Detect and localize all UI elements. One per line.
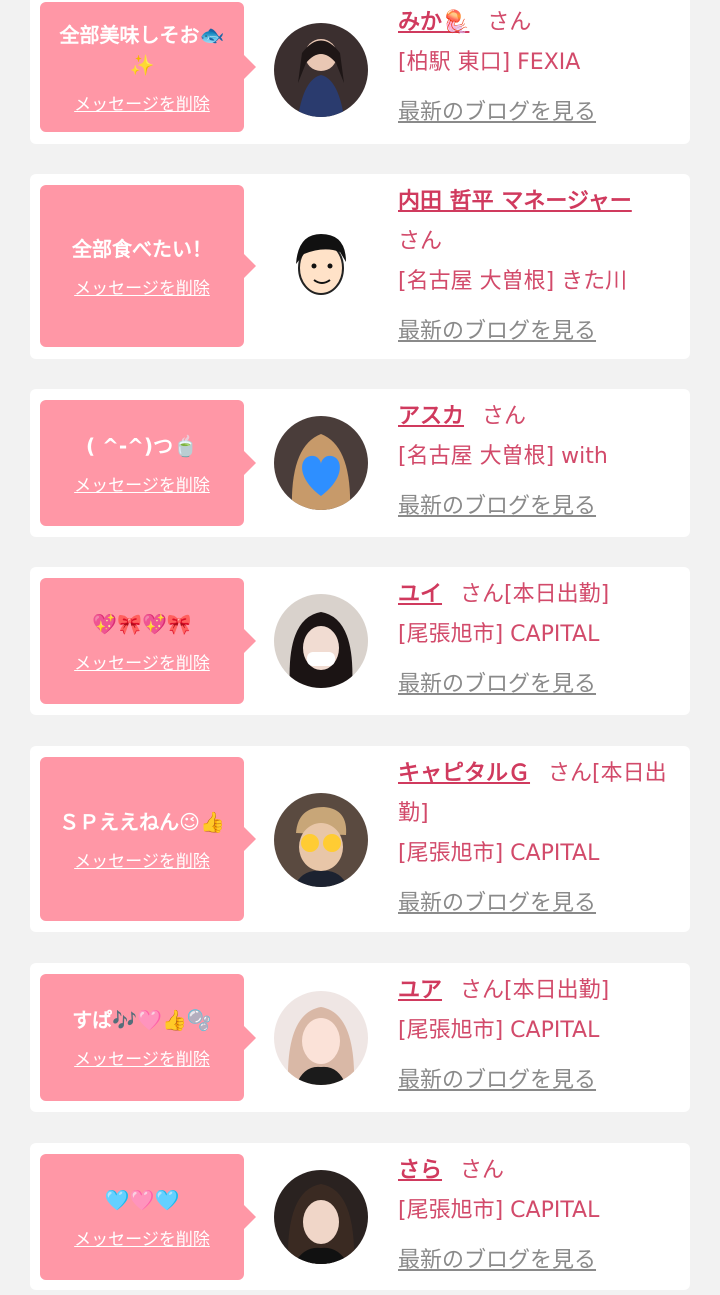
message-bubble: 🩵🩷🩵 メッセージを削除 bbox=[40, 1154, 256, 1280]
cast-info: さら さん [尾張旭市] CAPITAL 最新のブログを見る bbox=[398, 1151, 678, 1281]
work-status: [本日出勤] bbox=[504, 582, 610, 607]
latest-blog-link[interactable]: 最新のブログを見る bbox=[398, 487, 678, 527]
cast-info: 内田 哲平 マネージャー さん [名古屋 大曽根] きた川 最新のブログを見る bbox=[398, 182, 678, 352]
delete-message-link[interactable]: メッセージを削除 bbox=[74, 1045, 210, 1070]
avatar[interactable] bbox=[274, 23, 368, 117]
delete-message-link[interactable]: メッセージを削除 bbox=[74, 471, 210, 496]
honorific: さん bbox=[487, 10, 532, 35]
latest-blog-link[interactable]: 最新のブログを見る bbox=[398, 312, 678, 352]
latest-blog-link[interactable]: 最新のブログを見る bbox=[398, 884, 678, 924]
message-bubble: ＳＰええねん😉👍 メッセージを削除 bbox=[40, 757, 256, 921]
delete-message-link[interactable]: メッセージを削除 bbox=[74, 90, 210, 115]
honorific: さん bbox=[460, 582, 505, 607]
delete-message-link[interactable]: メッセージを削除 bbox=[74, 649, 210, 674]
message-text: ＳＰええねん😉👍 bbox=[59, 809, 225, 834]
honorific: さん bbox=[460, 978, 505, 1003]
cast-info: みか🪼 さん [柏駅 東口] FEXIA 最新のブログを見る bbox=[398, 3, 678, 133]
list-item: ( ^-^)つ🍵 メッセージを削除 アスカ さん [名古屋 大曽根] with 最… bbox=[30, 389, 690, 537]
list-item: 全部食べたい！ メッセージを削除 内田 哲平 マネージャー さん [名古屋 大曽根… bbox=[30, 174, 690, 359]
avatar[interactable] bbox=[274, 1170, 368, 1264]
message-text: 💖🎀💖🎀 bbox=[92, 611, 192, 636]
latest-blog-link[interactable]: 最新のブログを見る bbox=[398, 1061, 678, 1101]
message-text: ( ^-^)つ🍵 bbox=[86, 433, 198, 458]
cast-info: キャピタルＧ さん[本日出勤] [尾張旭市] CAPITAL 最新のブログを見る bbox=[398, 754, 678, 924]
message-list: 全部美味しそお🐟✨ メッセージを削除 みか🪼 さん [柏駅 東口] FEXIA 最… bbox=[0, 0, 720, 1295]
message-bubble: 全部食べたい！ メッセージを削除 bbox=[40, 185, 256, 347]
message-bubble: すぱ🎶🩷👍🫧 メッセージを削除 bbox=[40, 974, 256, 1101]
cast-name-link[interactable]: 内田 哲平 マネージャー bbox=[398, 189, 632, 214]
cast-name-link[interactable]: さら bbox=[398, 1158, 442, 1183]
list-item: 💖🎀💖🎀 メッセージを削除 ユイ さん[本日出勤] [尾張旭市] CAPITAL … bbox=[30, 567, 690, 715]
latest-blog-link[interactable]: 最新のブログを見る bbox=[398, 93, 678, 133]
list-item: すぱ🎶🩷👍🫧 メッセージを削除 ユア さん[本日出勤] [尾張旭市] CAPITA… bbox=[30, 963, 690, 1112]
message-bubble: 💖🎀💖🎀 メッセージを削除 bbox=[40, 578, 256, 704]
shop-label: [名古屋 大曽根] きた川 bbox=[398, 269, 628, 294]
honorific: さん bbox=[460, 1158, 505, 1183]
avatar[interactable] bbox=[274, 416, 368, 510]
shop-label: [尾張旭市] CAPITAL bbox=[398, 1198, 600, 1223]
message-text: 🩵🩷🩵 bbox=[104, 1187, 180, 1212]
cast-name-link[interactable]: ユア bbox=[398, 978, 442, 1003]
shop-label: [尾張旭市] CAPITAL bbox=[398, 1018, 600, 1043]
shop-label: [名古屋 大曽根] with bbox=[398, 444, 608, 469]
message-text: 全部食べたい！ bbox=[72, 236, 212, 261]
cast-info: ユイ さん[本日出勤] [尾張旭市] CAPITAL 最新のブログを見る bbox=[398, 575, 678, 705]
cast-info: ユア さん[本日出勤] [尾張旭市] CAPITAL 最新のブログを見る bbox=[398, 971, 678, 1101]
cast-name-link[interactable]: キャピタルＧ bbox=[398, 761, 530, 786]
list-item: ＳＰええねん😉👍 メッセージを削除 キャピタルＧ さん[本日出勤] [尾張旭市] … bbox=[30, 746, 690, 932]
honorific: さん bbox=[482, 404, 527, 429]
shop-label: [柏駅 東口] FEXIA bbox=[398, 50, 581, 75]
avatar[interactable] bbox=[274, 594, 368, 688]
list-item: 🩵🩷🩵 メッセージを削除 さら さん [尾張旭市] CAPITAL 最新のブログを… bbox=[30, 1143, 690, 1290]
honorific: さん bbox=[398, 229, 443, 254]
shop-label: [尾張旭市] CAPITAL bbox=[398, 622, 600, 647]
avatar[interactable] bbox=[274, 991, 368, 1085]
cast-name-link[interactable]: アスカ bbox=[398, 404, 464, 429]
avatar[interactable] bbox=[274, 218, 368, 312]
avatar[interactable] bbox=[274, 793, 368, 887]
shop-label: [尾張旭市] CAPITAL bbox=[398, 841, 600, 866]
message-bubble: ( ^-^)つ🍵 メッセージを削除 bbox=[40, 400, 256, 526]
message-text: 全部美味しそお🐟✨ bbox=[59, 22, 225, 77]
cast-info: アスカ さん [名古屋 大曽根] with 最新のブログを見る bbox=[398, 397, 678, 527]
delete-message-link[interactable]: メッセージを削除 bbox=[74, 847, 210, 872]
latest-blog-link[interactable]: 最新のブログを見る bbox=[398, 665, 678, 705]
honorific: さん bbox=[548, 761, 593, 786]
latest-blog-link[interactable]: 最新のブログを見る bbox=[398, 1241, 678, 1281]
cast-name-link[interactable]: ユイ bbox=[398, 582, 442, 607]
work-status: [本日出勤] bbox=[504, 978, 610, 1003]
list-item: 全部美味しそお🐟✨ メッセージを削除 みか🪼 さん [柏駅 東口] FEXIA 最… bbox=[30, 0, 690, 144]
message-bubble: 全部美味しそお🐟✨ メッセージを削除 bbox=[40, 2, 256, 132]
delete-message-link[interactable]: メッセージを削除 bbox=[74, 274, 210, 299]
delete-message-link[interactable]: メッセージを削除 bbox=[74, 1225, 210, 1250]
cast-name-link[interactable]: みか🪼 bbox=[398, 10, 469, 35]
message-text: すぱ🎶🩷👍🫧 bbox=[72, 1008, 212, 1032]
